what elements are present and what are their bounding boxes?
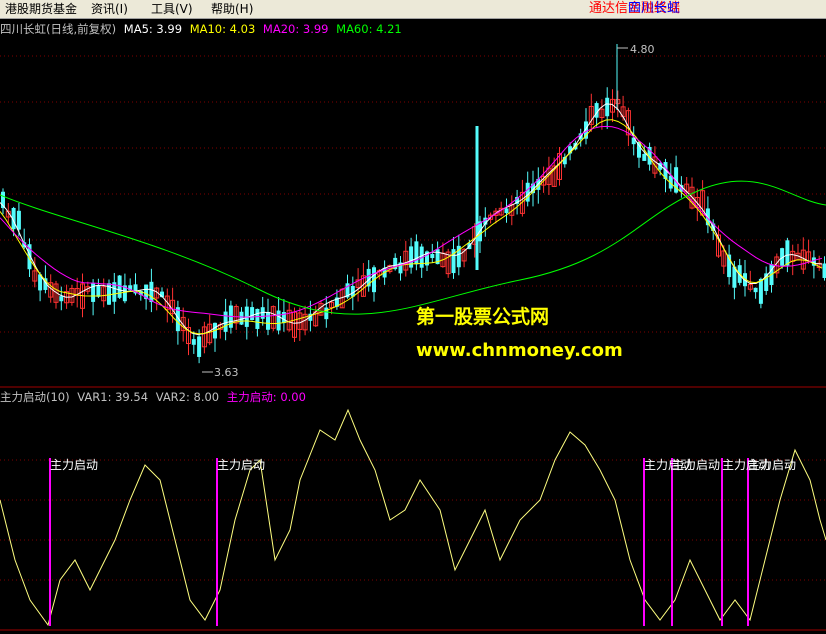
signal-label: 主力启动 (217, 458, 265, 472)
candle-body-down (753, 287, 758, 293)
candle-body-down (239, 311, 244, 325)
candle-body-down (59, 296, 64, 302)
signal-label: 主力启动 (748, 458, 796, 472)
main-legend-title: 四川长虹(日线,前复权) (0, 22, 117, 36)
candle-body-down (191, 339, 196, 345)
candle-body-down (276, 310, 281, 331)
high-price-label: 4.80 (630, 43, 655, 56)
watermark-url: www.chnmoney.com (416, 340, 623, 361)
candle-body-down (785, 240, 790, 266)
legend-ma10: MA10: 4.03 (189, 22, 256, 36)
candle-body-down (430, 254, 435, 259)
candle-body-down (223, 311, 228, 332)
var1-line (0, 408, 826, 627)
candle-body-down (16, 210, 21, 230)
candle-body-down (255, 308, 260, 329)
candle-body-down (266, 311, 270, 330)
candle-body-down (149, 281, 154, 303)
indicator-legend-title: 主力启动(10) (0, 390, 70, 404)
low-price-label: 3.63 (214, 366, 239, 379)
legend-var2: VAR2: 8.00 (155, 390, 220, 404)
candle-body-down (324, 307, 329, 320)
candle-body-down (605, 97, 610, 117)
signal-label: 主力启动 (50, 458, 98, 472)
ma10-line (0, 119, 823, 335)
legend-var1: VAR1: 39.54 (77, 390, 149, 404)
legend-signal: 主力启动: 0.00 (226, 390, 306, 404)
candle-body-down (822, 263, 826, 278)
legend-ma5: MA5: 3.99 (123, 22, 183, 36)
legend-ma20: MA20: 3.99 (262, 22, 329, 36)
signal-label: 主力启动 (672, 458, 720, 472)
candle-body-down (197, 336, 202, 357)
main-chart-legend: 四川长虹(日线,前复权) MA5: 3.99 MA10: 4.03 MA20: … (0, 22, 406, 36)
candle-body-down (504, 208, 509, 214)
chart-canvas[interactable]: 4.803.63主力启动 主力启动 主力启动主力启动 主力启动主力启动 (0, 0, 826, 634)
legend-ma60: MA60: 4.21 (336, 22, 402, 36)
indicator-legend: 主力启动(10) VAR1: 39.54 VAR2: 8.00 主力启动: 0.… (0, 390, 310, 404)
candle-body-down (642, 153, 647, 161)
candle-body-down (250, 307, 255, 321)
watermark-title: 第一股票公式网 (416, 306, 550, 328)
candle-body-down (758, 278, 763, 304)
candle-body-down (96, 284, 101, 297)
